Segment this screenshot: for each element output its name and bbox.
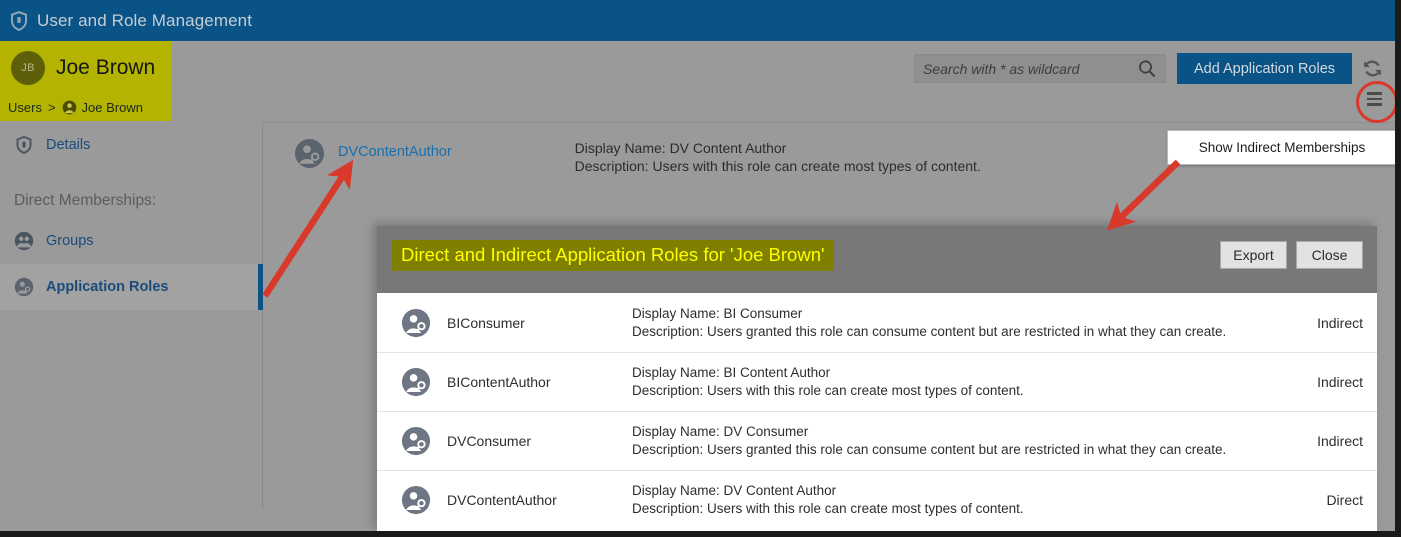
groups-icon xyxy=(14,231,34,251)
sidebar-item-application-roles[interactable]: Application Roles xyxy=(0,264,263,310)
role-display-name: Display Name: DV Consumer xyxy=(632,424,809,439)
application-role-icon xyxy=(401,308,431,337)
hamburger-menu-icon[interactable] xyxy=(1360,85,1388,113)
role-display-name: Display Name: DV Content Author xyxy=(574,140,787,156)
role-description: Description: Users with this role can cr… xyxy=(632,501,1024,516)
role-name: BIConsumer xyxy=(447,314,525,331)
avatar: JB xyxy=(11,50,45,85)
role-description: Description: Users with this role can cr… xyxy=(632,383,1024,398)
application-role-icon xyxy=(401,485,431,515)
role-name: DVContentAuthor xyxy=(447,492,557,508)
table-row[interactable]: DVContentAuthor Display Name: DV Content… xyxy=(377,470,1377,529)
membership-type: Indirect xyxy=(1317,314,1363,331)
application-role-icon xyxy=(294,138,325,169)
application-window: User and Role Management JB Joe Brown Ad… xyxy=(0,0,1401,537)
role-details: Display Name: DV Content Author Descript… xyxy=(575,138,981,175)
role-name: DVConsumer xyxy=(447,433,532,449)
role-display-name: Display Name: DV Content Author xyxy=(632,483,837,498)
role-name-link[interactable]: DVContentAuthor xyxy=(338,138,452,160)
sidebar-item-details[interactable]: Details xyxy=(0,122,262,168)
dialog-role-table: BIConsumer Display Name: BI Consumer Des… xyxy=(377,293,1377,531)
export-button[interactable]: Export xyxy=(1220,241,1287,269)
role-details: Display Name: BI Content Author Descript… xyxy=(632,364,1293,400)
role-details: Display Name: DV Content Author Descript… xyxy=(632,482,1293,518)
membership-type: Indirect xyxy=(1317,374,1363,390)
search-box[interactable] xyxy=(914,54,1166,83)
dialog-title: Direct and Indirect Application Roles fo… xyxy=(392,240,834,271)
refresh-icon[interactable] xyxy=(1361,57,1384,80)
search-icon[interactable] xyxy=(1136,58,1158,80)
dialog-header: Direct and Indirect Application Roles fo… xyxy=(377,226,1377,293)
dialog-actions: Export Close xyxy=(1220,241,1363,269)
application-role-icon xyxy=(14,277,34,297)
add-application-roles-button[interactable]: Add Application Roles xyxy=(1177,53,1352,84)
role-display-name: Display Name: BI Content Author xyxy=(632,365,831,380)
role-name: BIContentAuthor xyxy=(447,374,551,390)
breadcrumb-row: Users > Joe Brown xyxy=(0,94,1395,123)
sidebar-section-heading: Direct Memberships: xyxy=(14,192,157,209)
breadcrumb: Users > Joe Brown xyxy=(0,94,172,121)
shield-icon xyxy=(11,10,27,31)
application-role-icon xyxy=(401,426,431,456)
sidebar: Details Direct Memberships: Groups Appli… xyxy=(0,122,263,509)
user-identity-highlight: JB Joe Brown xyxy=(0,41,172,94)
role-description: Description: Users granted this role can… xyxy=(632,442,1227,457)
breadcrumb-separator: > xyxy=(47,100,56,115)
direct-indirect-roles-dialog: Direct and Indirect Application Roles fo… xyxy=(377,226,1377,531)
shield-icon xyxy=(16,136,32,154)
sidebar-item-groups[interactable]: Groups xyxy=(0,218,262,264)
table-row[interactable]: BIConsumer Display Name: BI Consumer Des… xyxy=(377,293,1377,352)
menu-item-show-indirect-memberships[interactable]: Show Indirect Memberships xyxy=(1167,130,1395,165)
page-title: Joe Brown xyxy=(56,55,156,79)
sidebar-item-label: Application Roles xyxy=(46,279,169,295)
role-description: Description: Users with this role can cr… xyxy=(574,158,981,174)
breadcrumb-current: Joe Brown xyxy=(81,100,143,115)
app-header-bar: User and Role Management xyxy=(0,0,1395,41)
application-role-icon xyxy=(401,367,431,397)
membership-type: Indirect xyxy=(1317,433,1363,449)
sidebar-item-label: Details xyxy=(46,137,91,153)
table-row[interactable]: DVConsumer Display Name: DV Consumer Des… xyxy=(377,411,1377,470)
role-details: Display Name: DV Consumer Description: U… xyxy=(632,423,1293,459)
breadcrumb-root[interactable]: Users xyxy=(8,100,42,115)
role-description: Description: Users granted this role can… xyxy=(632,323,1227,339)
table-row[interactable]: BIContentAuthor Display Name: BI Content… xyxy=(377,352,1377,411)
role-display-name: Display Name: BI Consumer xyxy=(632,305,803,321)
search-input[interactable] xyxy=(915,59,1136,78)
role-details: Display Name: BI Consumer Description: U… xyxy=(632,305,1293,341)
user-icon xyxy=(62,100,76,115)
membership-type: Direct xyxy=(1326,492,1363,508)
close-button[interactable]: Close xyxy=(1296,241,1363,269)
sidebar-item-label: Groups xyxy=(46,233,94,249)
app-title: User and Role Management xyxy=(37,10,253,30)
